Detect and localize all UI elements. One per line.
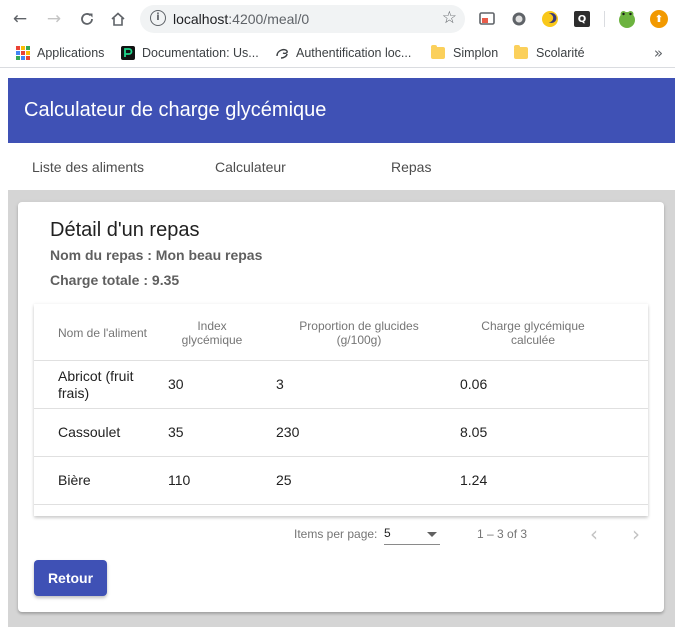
tab-calculateur[interactable]: Calculateur xyxy=(215,159,286,175)
bookmark-label: Authentification loc... xyxy=(296,46,412,60)
cell-carbs: 230 xyxy=(276,424,300,440)
back-arrow-icon[interactable]: ← xyxy=(9,8,31,30)
cell-name: Abricot (fruit frais) xyxy=(58,368,134,401)
folder-icon xyxy=(431,45,445,59)
bookmark-star-icon[interactable]: ☆ xyxy=(442,8,457,28)
apps-grid-icon xyxy=(16,46,30,60)
dropdown-arrow-icon xyxy=(427,532,437,537)
tab-repas[interactable]: Repas xyxy=(391,159,431,175)
cell-gi: 30 xyxy=(168,376,184,392)
meal-foods-table: Nom de l'aliment Index glycémique Propor… xyxy=(34,304,648,516)
home-icon[interactable] xyxy=(107,8,129,30)
moon-icon[interactable] xyxy=(541,10,559,28)
table-row: Cassoulet 35 230 8.05 xyxy=(34,408,648,456)
cell-charge: 1.24 xyxy=(460,472,488,488)
home-svg xyxy=(111,12,125,26)
q-icon[interactable]: Q xyxy=(574,11,590,27)
app-toolbar: Calculateur de charge glycémique xyxy=(8,78,675,143)
reload-icon[interactable] xyxy=(76,8,98,30)
items-per-page-label: Items per page: xyxy=(294,527,378,541)
site-info-icon[interactable]: i xyxy=(150,10,166,26)
paginator: Items per page: 5 1 – 3 of 3 ‹ › xyxy=(34,516,648,550)
update-icon[interactable]: ⬆ xyxy=(650,10,668,28)
cell-gi: 35 xyxy=(168,424,184,440)
cast-svg xyxy=(479,12,495,25)
bookmark-simplon[interactable]: Simplon xyxy=(431,44,498,62)
browser-toolbar: ← → i localhost:4200/meal/0 ☆ Q ⬆ xyxy=(0,0,675,38)
url-host: localhost xyxy=(173,11,229,27)
table-row: Abricot (fruit frais) 30 3 0.06 xyxy=(34,360,648,408)
forward-arrow-icon[interactable]: → xyxy=(43,8,65,30)
url-path: :4200/meal/0 xyxy=(228,11,310,27)
frog-svg xyxy=(619,11,635,28)
bookmark-label: Documentation: Us... xyxy=(142,46,259,60)
bookmark-applications[interactable]: Applications xyxy=(16,44,104,62)
extension-separator xyxy=(604,11,605,27)
bookmarks-bar: Applications Documentation: Us... Authen… xyxy=(0,38,675,68)
cast-icon[interactable] xyxy=(478,10,496,28)
bookmarks-overflow-icon[interactable]: » xyxy=(654,44,663,62)
card-title: Détail d'un repas xyxy=(50,219,200,241)
nav-tabs: Liste des aliments Calculateur Repas xyxy=(8,143,675,190)
url-text[interactable]: localhost:4200/meal/0 xyxy=(173,11,309,27)
cell-charge: 8.05 xyxy=(460,424,488,440)
address-bar[interactable]: i localhost:4200/meal/0 ☆ xyxy=(140,5,465,33)
cell-carbs: 25 xyxy=(276,472,292,488)
bookmark-label: Scolarité xyxy=(536,46,585,60)
reload-svg xyxy=(81,13,93,25)
column-header-gi[interactable]: Index glycémique xyxy=(176,319,248,347)
previous-page-button[interactable]: ‹ xyxy=(582,522,606,546)
items-per-page-value: 5 xyxy=(384,526,391,540)
moon-svg xyxy=(542,11,558,27)
meal-detail-card: Détail d'un repas Nom du repas : Mon bea… xyxy=(18,202,664,612)
frog-avatar-icon[interactable] xyxy=(617,9,637,29)
bookmark-label: Simplon xyxy=(453,46,499,60)
api-icon xyxy=(276,48,288,59)
items-per-page-select[interactable]: 5 xyxy=(384,525,440,545)
total-charge: Charge totale : 9.35 xyxy=(50,272,180,288)
cell-charge: 0.06 xyxy=(460,376,488,392)
cell-gi: 110 xyxy=(168,472,191,488)
circle-icon[interactable] xyxy=(510,10,528,28)
table-row: Bière 110 25 1.24 xyxy=(34,456,648,504)
next-page-button[interactable]: › xyxy=(624,522,648,546)
cell-name: Cassoulet xyxy=(58,424,121,440)
cell-name: Bière xyxy=(58,472,91,488)
meal-name: Nom du repas : Mon beau repas xyxy=(50,247,263,263)
column-header-carbs[interactable]: Proportion de glucides (g/100g) xyxy=(290,319,428,347)
app-title: Calculateur de charge glycémique xyxy=(24,99,327,121)
bookmark-documentation[interactable]: Documentation: Us... xyxy=(121,44,259,62)
cell-carbs: 3 xyxy=(276,376,284,392)
column-header-name[interactable]: Nom de l'aliment xyxy=(58,326,150,340)
table-row-divider xyxy=(34,504,648,516)
column-header-charge[interactable]: Charge glycémique calculée xyxy=(476,319,590,347)
folder-icon xyxy=(514,45,528,59)
back-button[interactable]: Retour xyxy=(34,560,107,596)
tab-liste-des-aliments[interactable]: Liste des aliments xyxy=(32,159,144,175)
page-range: 1 – 3 of 3 xyxy=(477,527,528,541)
postman-icon xyxy=(121,46,135,60)
circle-svg xyxy=(512,12,526,26)
bookmark-label: Applications xyxy=(37,46,105,60)
bookmark-scolarite[interactable]: Scolarité xyxy=(514,44,585,62)
bookmark-authentification[interactable]: Authentification loc... xyxy=(275,44,411,62)
